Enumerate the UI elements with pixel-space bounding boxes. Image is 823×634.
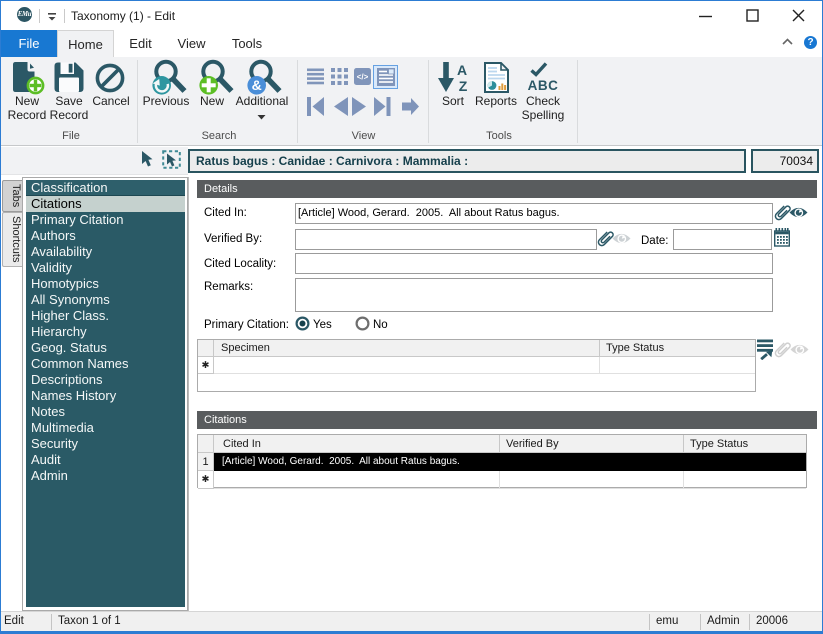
- svg-text:</>: </>: [357, 73, 369, 82]
- svg-text:&: &: [252, 77, 262, 93]
- svg-text:ABC: ABC: [528, 78, 559, 92]
- svg-text:Z: Z: [459, 78, 468, 94]
- svg-text:A: A: [457, 62, 467, 78]
